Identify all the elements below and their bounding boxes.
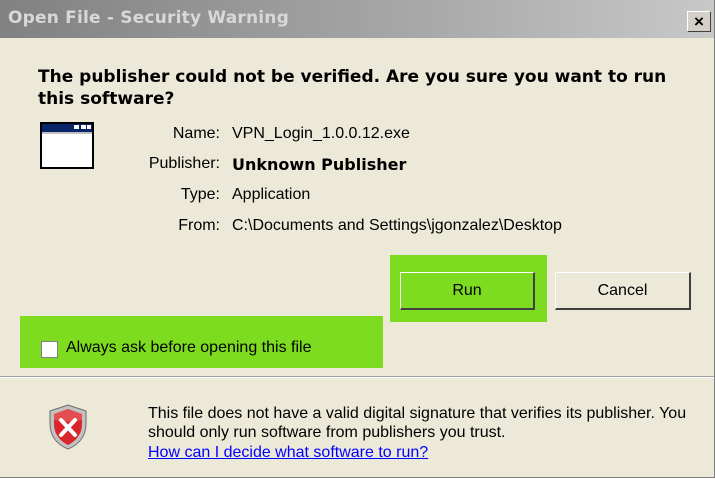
publisher-label: Publisher: [148, 155, 220, 172]
separator [0, 376, 714, 378]
name-label-row: Name: [0, 125, 220, 147]
signature-warning-text: This file does not have a valid digital … [148, 405, 687, 441]
always-ask-checkbox[interactable] [41, 341, 58, 358]
security-shield-x-icon [49, 404, 87, 450]
type-value: Application [232, 186, 311, 203]
security-warning-dialog: Open File - Security Warning × The publi… [0, 0, 715, 478]
from-label: From: [178, 217, 220, 234]
from-value: C:\Documents and Settings\jgonzalez\Desk… [232, 217, 562, 234]
cancel-button[interactable]: Cancel [555, 272, 691, 310]
run-button[interactable]: Run [400, 272, 535, 310]
title-bar[interactable]: Open File - Security Warning × [0, 0, 714, 38]
window-title: Open File - Security Warning [8, 8, 289, 28]
help-link[interactable]: How can I decide what software to run? [148, 443, 428, 462]
name-value: VPN_Login_1.0.0.12.exe [232, 125, 410, 142]
verification-question: The publisher could not be verified. Are… [38, 67, 667, 109]
always-ask-label[interactable]: Always ask before opening this file [66, 339, 311, 357]
from-label-row: From: [0, 217, 220, 239]
publisher-label-row: Publisher: [0, 155, 220, 177]
name-label: Name: [172, 125, 220, 142]
type-label-row: Type: [0, 186, 220, 208]
close-button[interactable]: × [687, 11, 711, 32]
type-label: Type: [180, 186, 220, 203]
publisher-value: Unknown Publisher [232, 155, 407, 174]
